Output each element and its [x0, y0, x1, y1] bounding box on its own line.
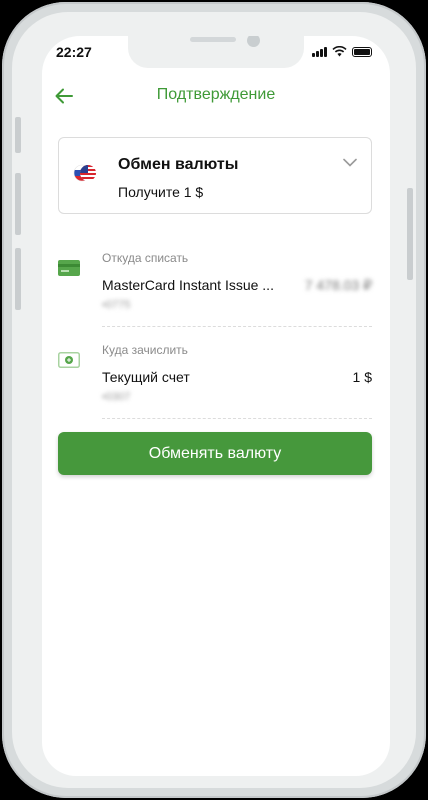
side-button-volume-up [15, 173, 21, 235]
exchange-card-subtitle: Получите 1 $ [118, 184, 204, 200]
divider [102, 326, 372, 327]
notch [128, 36, 304, 68]
exchange-currency-button[interactable]: Обменять валюту [58, 432, 372, 475]
header: Подтверждение [42, 82, 390, 110]
destination-account-name[interactable]: Текущий счет [102, 369, 190, 385]
destination-account-amount: 1 $ [352, 369, 372, 385]
credit-card-icon [58, 260, 80, 276]
flags-usd-rub-icon [73, 164, 96, 182]
side-button-silent [15, 117, 21, 153]
status-icons [312, 46, 372, 57]
side-button-volume-down [15, 248, 21, 310]
battery-icon [352, 47, 372, 57]
destination-account-label: Куда зачислить [102, 343, 188, 357]
page-title: Подтверждение [156, 86, 276, 103]
screen: 22:27 Подтверждение Обмен валюты Получит… [42, 36, 390, 776]
chevron-down-icon[interactable] [343, 158, 357, 167]
divider [102, 418, 372, 419]
wallet-icon [58, 352, 80, 368]
source-account-balance: 7 478.03 ₽ [304, 277, 372, 293]
side-button-power [407, 188, 413, 280]
source-account-number: •0775 [102, 299, 131, 311]
front-camera [247, 36, 260, 47]
source-account-name[interactable]: MasterCard Instant Issue ... [102, 277, 274, 293]
speaker [190, 37, 236, 42]
exchange-card-title: Обмен валюты [118, 156, 239, 173]
cellular-signal-icon [312, 46, 327, 57]
source-account-label: Откуда списать [102, 251, 189, 265]
exchange-card[interactable]: Обмен валюты Получите 1 $ [58, 137, 372, 214]
status-time: 22:27 [56, 44, 92, 60]
destination-account-number: •0307 [102, 391, 131, 403]
wifi-icon [332, 46, 347, 57]
